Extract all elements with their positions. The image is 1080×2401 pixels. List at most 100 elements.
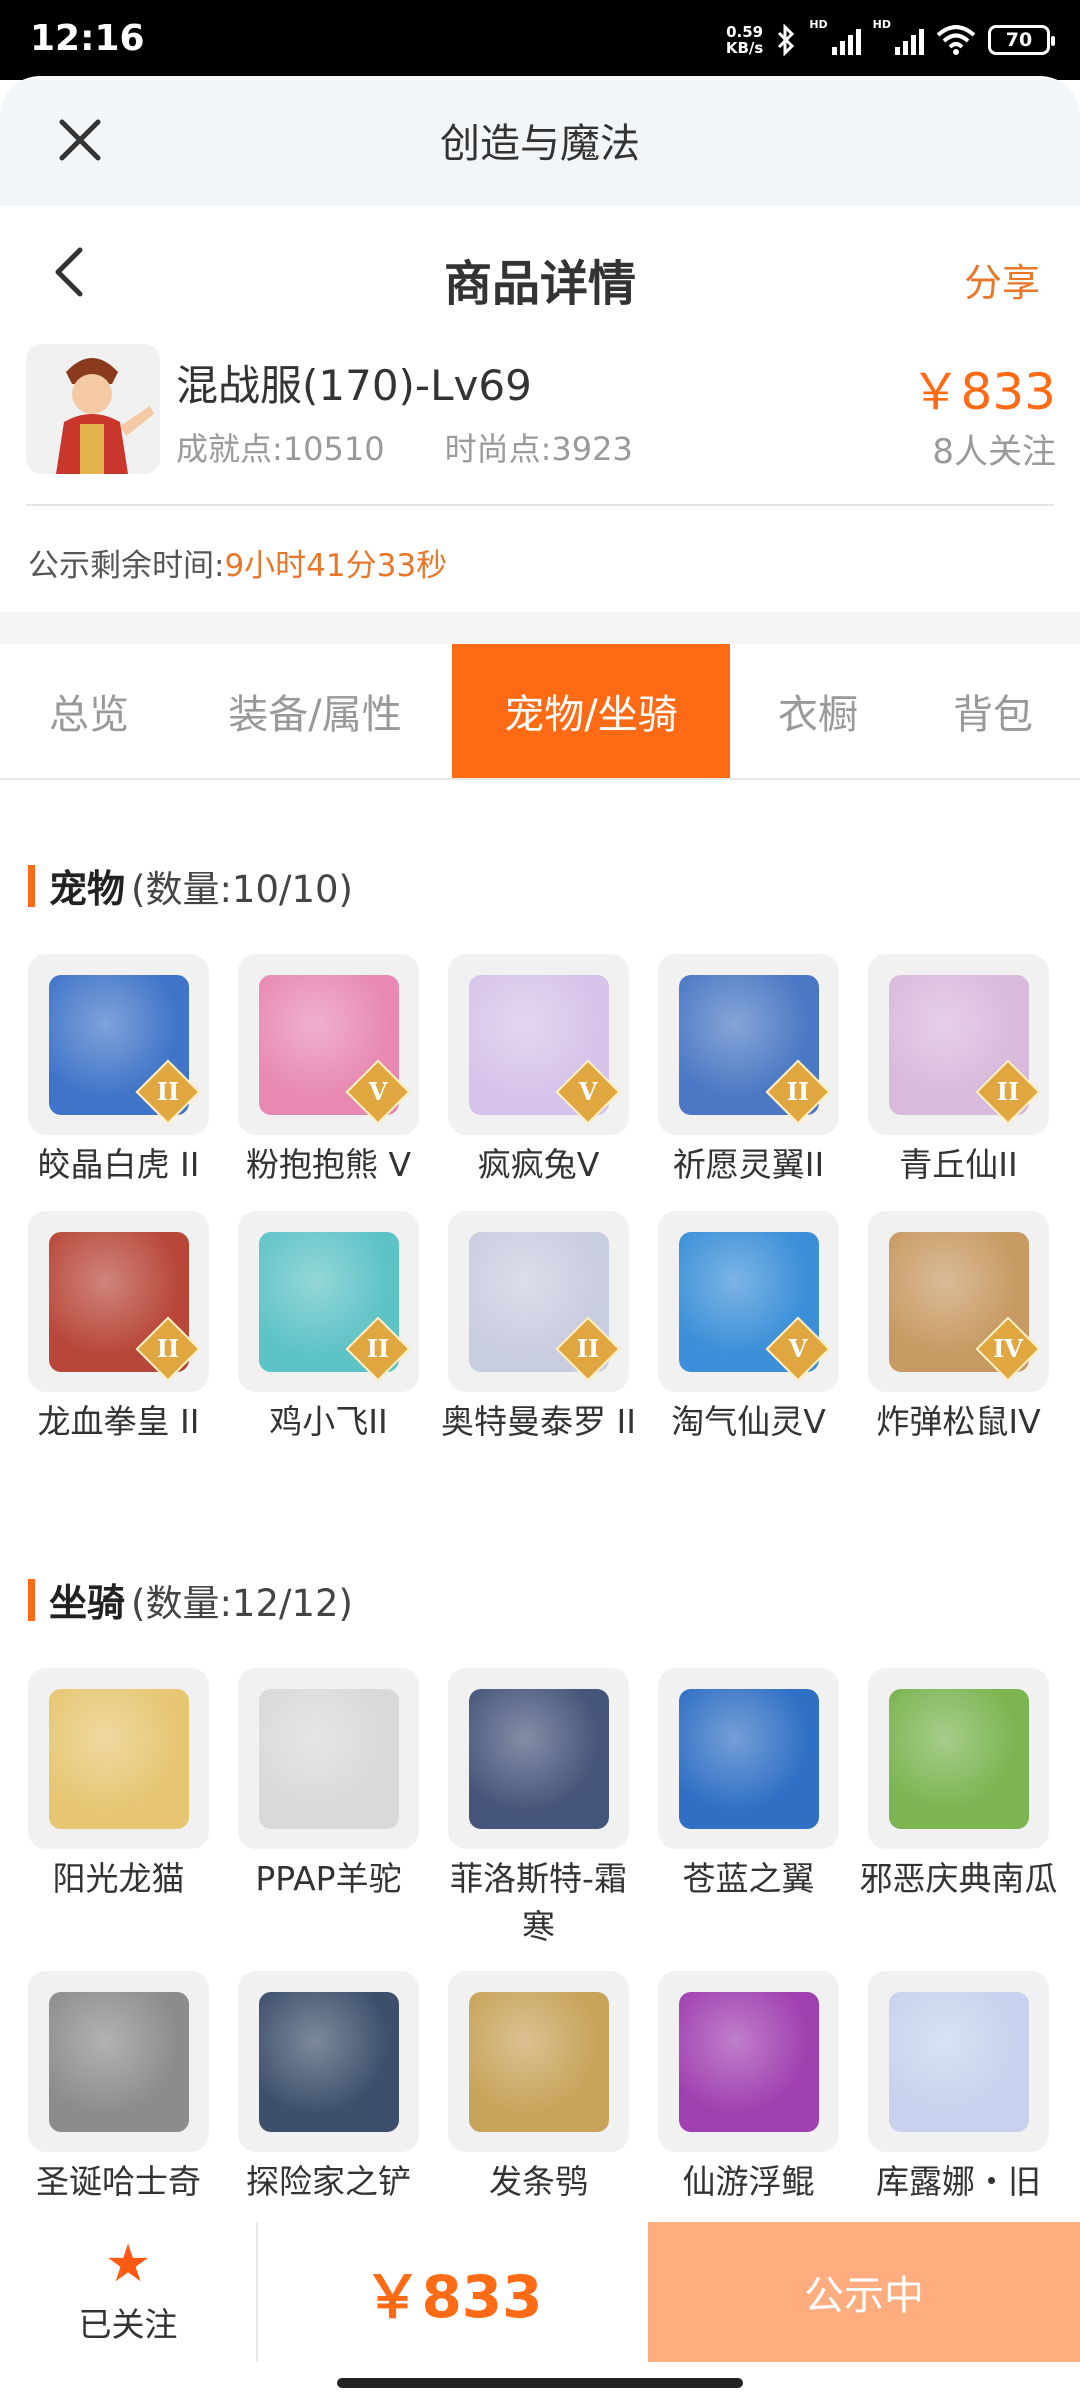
bottom-price: ￥833 <box>363 2263 543 2331</box>
item-label: 祈愿灵翼II <box>672 1145 825 1184</box>
section-gap <box>0 612 1080 644</box>
grid-item[interactable]: V 粉抱抱熊 V <box>238 954 419 1189</box>
item-thumbnail <box>238 1668 419 1849</box>
grid-item[interactable]: 邪恶庆典南瓜 <box>860 1668 1058 1951</box>
item-thumbnail: V <box>448 954 629 1135</box>
item-thumbnail: II <box>238 1211 419 1392</box>
follower-count: 8人关注 <box>932 432 1056 472</box>
item-thumbnail: II <box>28 1211 209 1392</box>
item-label: 菲洛斯特-霜寒 <box>450 1859 627 1946</box>
grid-item[interactable]: 圣诞哈士奇 <box>28 1971 209 2206</box>
character-avatar <box>26 344 160 474</box>
item-thumbnail: V <box>658 1211 839 1392</box>
grade-text: II <box>786 1077 810 1106</box>
notice-label: 公示剩余时间: <box>28 548 225 584</box>
status-bar: 12:16 0.59 KB/s HD HD 70 <box>0 0 1080 80</box>
item-image <box>468 1991 609 2132</box>
item-label: 青丘仙II <box>899 1145 1018 1184</box>
grid-item[interactable]: II 祈愿灵翼II <box>658 954 839 1189</box>
grade-text: II <box>996 1077 1020 1106</box>
grade-text: V <box>368 1077 388 1106</box>
grid-item[interactable]: 仙游浮鲲 <box>658 1971 839 2206</box>
status-time: 12:16 <box>30 18 145 59</box>
grid-item[interactable]: V 淘气仙灵V <box>658 1211 839 1446</box>
star-icon: ★ <box>104 2234 152 2294</box>
grid-item[interactable]: 菲洛斯特-霜寒 <box>448 1668 629 1951</box>
item-label: 发条鸮 <box>489 2162 588 2201</box>
battery-icon: 70 <box>988 25 1055 55</box>
grid-item[interactable]: II 青丘仙II <box>868 954 1049 1189</box>
achievement-points: 成就点:10510 <box>176 430 385 468</box>
grade-text: II <box>576 1334 600 1363</box>
wifi-icon <box>936 25 976 55</box>
product-name: 混战服(170)-Lv69 <box>176 361 532 410</box>
item-label: 邪恶庆典南瓜 <box>859 1859 1058 1898</box>
tab-backpack[interactable]: 背包 <box>906 644 1080 778</box>
item-label: 粉抱抱熊 V <box>245 1145 412 1184</box>
grade-text: V <box>578 1077 598 1106</box>
grid-item[interactable]: II 鸡小飞II <box>238 1211 419 1446</box>
signal-icon <box>831 25 861 55</box>
grid-item[interactable]: II 皎晶白虎 II <box>28 954 209 1189</box>
follow-button[interactable]: ★ 已关注 <box>0 2222 256 2362</box>
item-label: PPAP羊驼 <box>255 1859 402 1898</box>
item-image <box>678 1991 819 2132</box>
grade-text: II <box>366 1334 390 1363</box>
tab-pets-mounts[interactable]: 宠物/坐骑 <box>452 644 730 778</box>
item-thumbnail <box>658 1971 839 2152</box>
pets-section-title: 宠物 (数量:10/10) <box>28 858 353 913</box>
grid-item[interactable]: 阳光龙猫 <box>28 1668 209 1951</box>
item-image <box>48 1688 189 1829</box>
item-thumbnail: II <box>28 954 209 1135</box>
status-button[interactable]: 公示中 <box>648 2222 1080 2362</box>
item-image <box>258 1991 399 2132</box>
item-image <box>678 1688 819 1829</box>
tab-overview[interactable]: 总览 <box>0 644 178 778</box>
item-label: 皎晶白虎 II <box>37 1145 200 1184</box>
item-label: 疯疯兔V <box>477 1145 600 1184</box>
item-thumbnail <box>448 1668 629 1849</box>
follow-label: 已关注 <box>78 2305 178 2344</box>
tab-wardrobe[interactable]: 衣橱 <box>730 644 906 778</box>
item-label: 仙游浮鲲 <box>682 2162 815 2201</box>
share-button[interactable]: 分享 <box>964 252 1040 307</box>
grid-item[interactable]: PPAP羊驼 <box>238 1668 419 1951</box>
item-label: 苍蓝之翼 <box>682 1859 815 1898</box>
points-row: 成就点:10510 时尚点:3923 <box>176 424 633 470</box>
nav-bar: 商品详情 分享 <box>0 206 1080 336</box>
item-thumbnail <box>448 1971 629 2152</box>
app-header: 创造与魔法 <box>0 76 1080 206</box>
section-count: (数量:12/12) <box>131 1581 353 1625</box>
grade-text: V <box>788 1334 808 1363</box>
item-image <box>888 1991 1029 2132</box>
hd-badge-2: HD <box>872 18 891 31</box>
grid-item[interactable]: IV 炸弹松鼠IV <box>868 1211 1049 1446</box>
notice-time: 9小时41分33秒 <box>224 548 448 584</box>
item-image <box>48 1991 189 2132</box>
item-thumbnail <box>868 1971 1049 2152</box>
home-indicator[interactable] <box>337 2378 743 2388</box>
item-image <box>888 1688 1029 1829</box>
item-thumbnail <box>658 1668 839 1849</box>
grid-item[interactable]: V 疯疯兔V <box>448 954 629 1189</box>
grid-item[interactable]: 苍蓝之翼 <box>658 1668 839 1951</box>
tab-equipment[interactable]: 装备/属性 <box>178 644 452 778</box>
fashion-points: 时尚点:3923 <box>444 430 633 468</box>
item-label: 奥特曼泰罗 II <box>441 1402 636 1441</box>
grid-item[interactable]: 库露娜・旧 <box>868 1971 1049 2206</box>
bluetooth-icon <box>778 24 795 56</box>
grid-item[interactable]: II 奥特曼泰罗 II <box>441 1211 636 1446</box>
grid-item[interactable]: 探险家之铲 <box>238 1971 419 2206</box>
bottom-action-bar: ★ 已关注 ￥833 公示中 <box>0 2222 1080 2362</box>
section-name: 坐骑 <box>49 1581 126 1625</box>
grid-item[interactable]: 发条鸮 <box>448 1971 629 2206</box>
item-thumbnail <box>28 1971 209 2152</box>
item-image <box>468 1688 609 1829</box>
grid-item[interactable]: II 龙血拳皇 II <box>28 1211 209 1446</box>
item-label: 探险家之铲 <box>246 2162 411 2201</box>
section-name: 宠物 <box>49 867 126 911</box>
item-thumbnail: II <box>448 1211 629 1392</box>
page-title: 商品详情 <box>443 256 636 312</box>
mounts-section-title: 坐骑 (数量:12/12) <box>28 1572 353 1627</box>
item-thumbnail <box>28 1668 209 1849</box>
